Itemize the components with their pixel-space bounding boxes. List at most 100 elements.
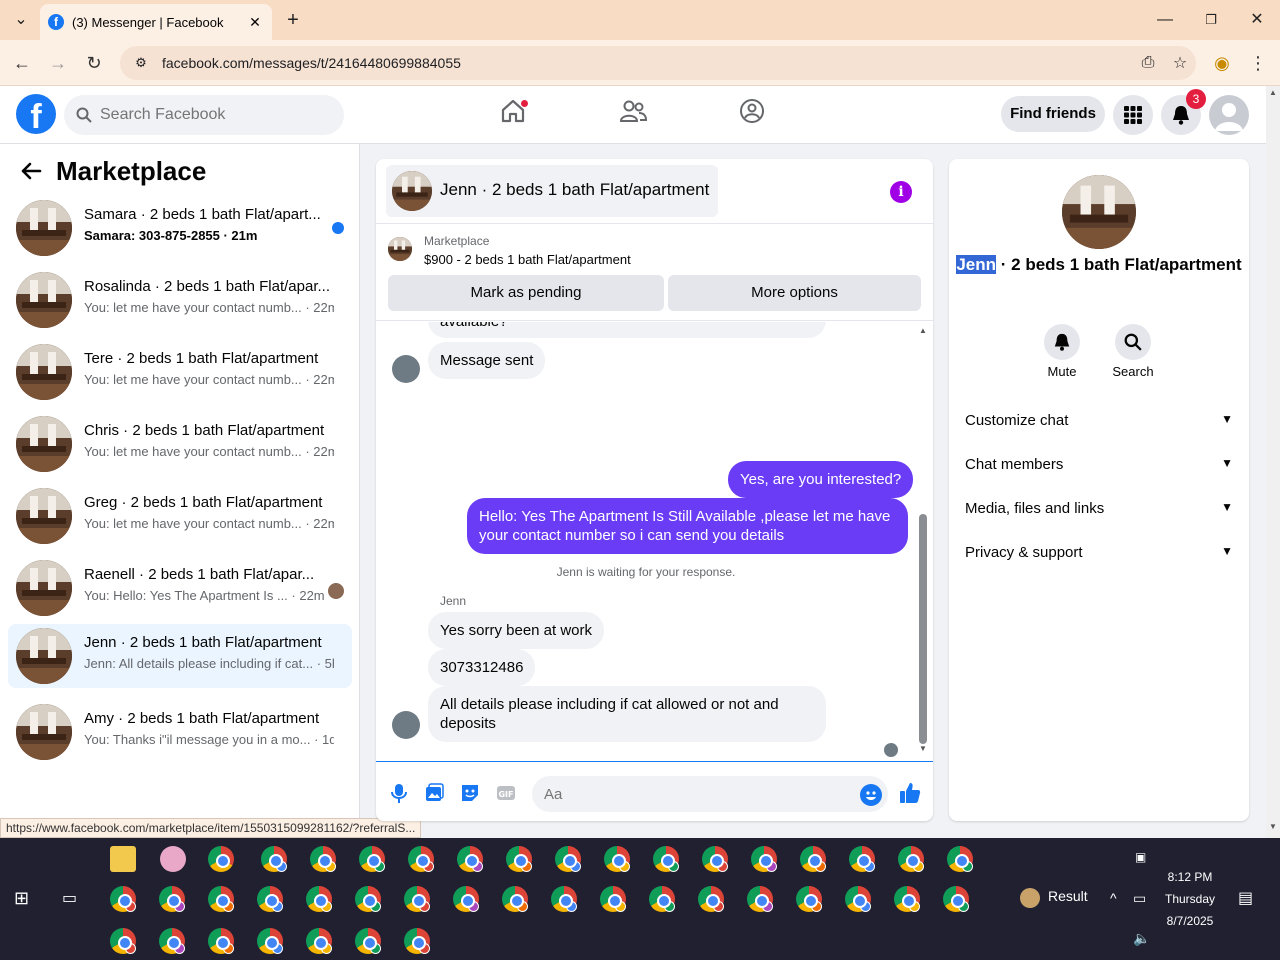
show-hidden-icons-icon[interactable]: ^	[1110, 890, 1117, 906]
chrome-window-icon[interactable]	[555, 846, 581, 872]
profile-avatar[interactable]	[1209, 95, 1249, 135]
chrome-menu-icon[interactable]: ⋮	[1246, 51, 1270, 75]
chrome-window-icon[interactable]	[310, 846, 336, 872]
windows-start-icon[interactable]: ⊞	[14, 888, 29, 909]
chrome-window-icon[interactable]	[943, 886, 969, 912]
chat-members-row[interactable]: Chat members ▼	[965, 456, 1233, 480]
reload-icon[interactable]: ↻	[82, 51, 106, 75]
bookmark-star-icon[interactable]: ☆	[1164, 53, 1196, 73]
chrome-profile-icon[interactable]: ◉	[1210, 51, 1234, 75]
clock-day[interactable]: Thursday	[1160, 892, 1220, 906]
chrome-icon[interactable]	[208, 846, 234, 872]
chrome-window-icon[interactable]	[359, 846, 385, 872]
conversation-item-raenell[interactable]: Raenell · 2 beds 1 bath Flat/apar... You…	[8, 556, 352, 620]
chrome-window-icon[interactable]	[457, 846, 483, 872]
chrome-window-icon[interactable]	[502, 886, 528, 912]
chrome-window-icon[interactable]	[894, 886, 920, 912]
chrome-window-icon[interactable]	[604, 846, 630, 872]
chrome-window-icon[interactable]	[845, 886, 871, 912]
photo-icon[interactable]	[423, 782, 445, 804]
chrome-window-icon[interactable]	[306, 886, 332, 912]
paint-icon[interactable]	[160, 846, 186, 872]
chrome-window-icon[interactable]	[110, 886, 136, 912]
file-explorer-icon[interactable]	[110, 846, 136, 872]
page-scrollbar[interactable]: ▲ ▼	[1266, 86, 1280, 838]
more-options-button[interactable]: More options	[668, 275, 921, 311]
chrome-window-icon[interactable]	[698, 886, 724, 912]
chrome-window-icon[interactable]	[110, 928, 136, 954]
chrome-window-icon[interactable]	[404, 928, 430, 954]
chrome-window-icon[interactable]	[653, 846, 679, 872]
thumbs-up-icon[interactable]	[898, 781, 922, 805]
facebook-search[interactable]	[64, 95, 344, 135]
microphone-icon[interactable]	[388, 782, 410, 804]
install-app-icon[interactable]: ⎙	[1132, 54, 1164, 72]
back-arrow-icon[interactable]	[20, 160, 42, 188]
find-friends-button[interactable]: Find friends	[1001, 96, 1105, 132]
chrome-window-icon[interactable]	[404, 886, 430, 912]
chrome-window-icon[interactable]	[306, 928, 332, 954]
message-input[interactable]	[532, 776, 888, 812]
chrome-window-icon[interactable]	[751, 846, 777, 872]
info-icon[interactable]: i	[890, 181, 912, 203]
groups-icon[interactable]	[732, 98, 772, 132]
task-view-icon[interactable]: ▭	[62, 888, 77, 908]
chrome-window-icon[interactable]	[257, 928, 283, 954]
conversation-item-samara[interactable]: Samara · 2 beds 1 bath Flat/apart... Sam…	[8, 196, 352, 260]
sticker-icon[interactable]	[459, 782, 481, 804]
conversation-item-rosalinda[interactable]: Rosalinda · 2 beds 1 bath Flat/apar... Y…	[8, 268, 352, 332]
chrome-window-icon[interactable]	[159, 928, 185, 954]
friends-icon[interactable]	[613, 98, 653, 132]
chrome-window-icon[interactable]	[898, 846, 924, 872]
close-window-icon[interactable]: ✕	[1242, 8, 1272, 32]
tab-search-icon[interactable]: ⌄	[6, 8, 36, 32]
privacy-support-row[interactable]: Privacy & support ▼	[965, 544, 1233, 568]
network-icon[interactable]: ▭	[1133, 890, 1146, 907]
facebook-logo-icon[interactable]: f	[16, 94, 56, 136]
minimize-icon[interactable]: —	[1150, 8, 1180, 32]
media-files-links-row[interactable]: Media, files and links ▼	[965, 500, 1233, 524]
restore-icon[interactable]: ❐	[1196, 8, 1226, 32]
chrome-window-icon[interactable]	[702, 846, 728, 872]
mute-button[interactable]	[1044, 324, 1080, 360]
chrome-window-icon[interactable]	[796, 886, 822, 912]
chrome-window-icon[interactable]	[159, 886, 185, 912]
chrome-window-icon[interactable]	[506, 846, 532, 872]
conversation-item-greg[interactable]: Greg · 2 beds 1 bath Flat/apartment You:…	[8, 484, 352, 548]
mark-as-pending-button[interactable]: Mark as pending	[388, 275, 664, 311]
conversation-item-tere[interactable]: Tere · 2 beds 1 bath Flat/apartment You:…	[8, 340, 352, 404]
chrome-window-icon[interactable]	[355, 928, 381, 954]
meet-now-icon[interactable]: ▣	[1135, 850, 1146, 864]
browser-tab[interactable]: f (3) Messenger | Facebook ✕	[40, 4, 272, 40]
search-conversation-button[interactable]	[1115, 324, 1151, 360]
close-tab-icon[interactable]: ✕	[246, 14, 264, 31]
chrome-window-icon[interactable]	[208, 928, 234, 954]
chrome-window-icon[interactable]	[208, 886, 234, 912]
chrome-window-icon[interactable]	[800, 846, 826, 872]
emoji-icon[interactable]	[860, 784, 882, 806]
customize-chat-row[interactable]: Customize chat ▼	[965, 412, 1233, 436]
chrome-window-icon[interactable]	[261, 846, 287, 872]
conversation-item-amy[interactable]: Amy · 2 beds 1 bath Flat/apartment You: …	[8, 700, 352, 764]
back-icon[interactable]: ←	[10, 51, 34, 75]
gif-icon[interactable]: GIF	[495, 782, 517, 804]
chrome-window-icon[interactable]	[600, 886, 626, 912]
clock-date[interactable]: 8/7/2025	[1160, 914, 1220, 928]
chrome-window-icon[interactable]	[649, 886, 675, 912]
chrome-window-icon[interactable]	[747, 886, 773, 912]
notification-center-icon[interactable]: ▤	[1238, 888, 1253, 908]
weather-result-label[interactable]: Result	[1048, 888, 1088, 904]
chrome-window-icon[interactable]	[947, 846, 973, 872]
chrome-window-icon[interactable]	[453, 886, 479, 912]
chrome-window-icon[interactable]	[551, 886, 577, 912]
new-tab-icon[interactable]: +	[278, 8, 308, 32]
chat-header[interactable]: Jenn · 2 beds 1 bath Flat/apartment	[386, 165, 718, 217]
conversation-item-chris[interactable]: Chris · 2 beds 1 bath Flat/apartment You…	[8, 412, 352, 476]
volume-icon[interactable]: 🔈	[1133, 930, 1150, 947]
chrome-window-icon[interactable]	[849, 846, 875, 872]
address-bar[interactable]: ⚙ facebook.com/messages/t/24164480699884…	[120, 46, 1196, 80]
chrome-window-icon[interactable]	[257, 886, 283, 912]
menu-grid-icon[interactable]	[1113, 95, 1153, 135]
forward-icon[interactable]: →	[46, 51, 70, 75]
conversation-item-jenn[interactable]: Jenn · 2 beds 1 bath Flat/apartment Jenn…	[8, 624, 352, 688]
